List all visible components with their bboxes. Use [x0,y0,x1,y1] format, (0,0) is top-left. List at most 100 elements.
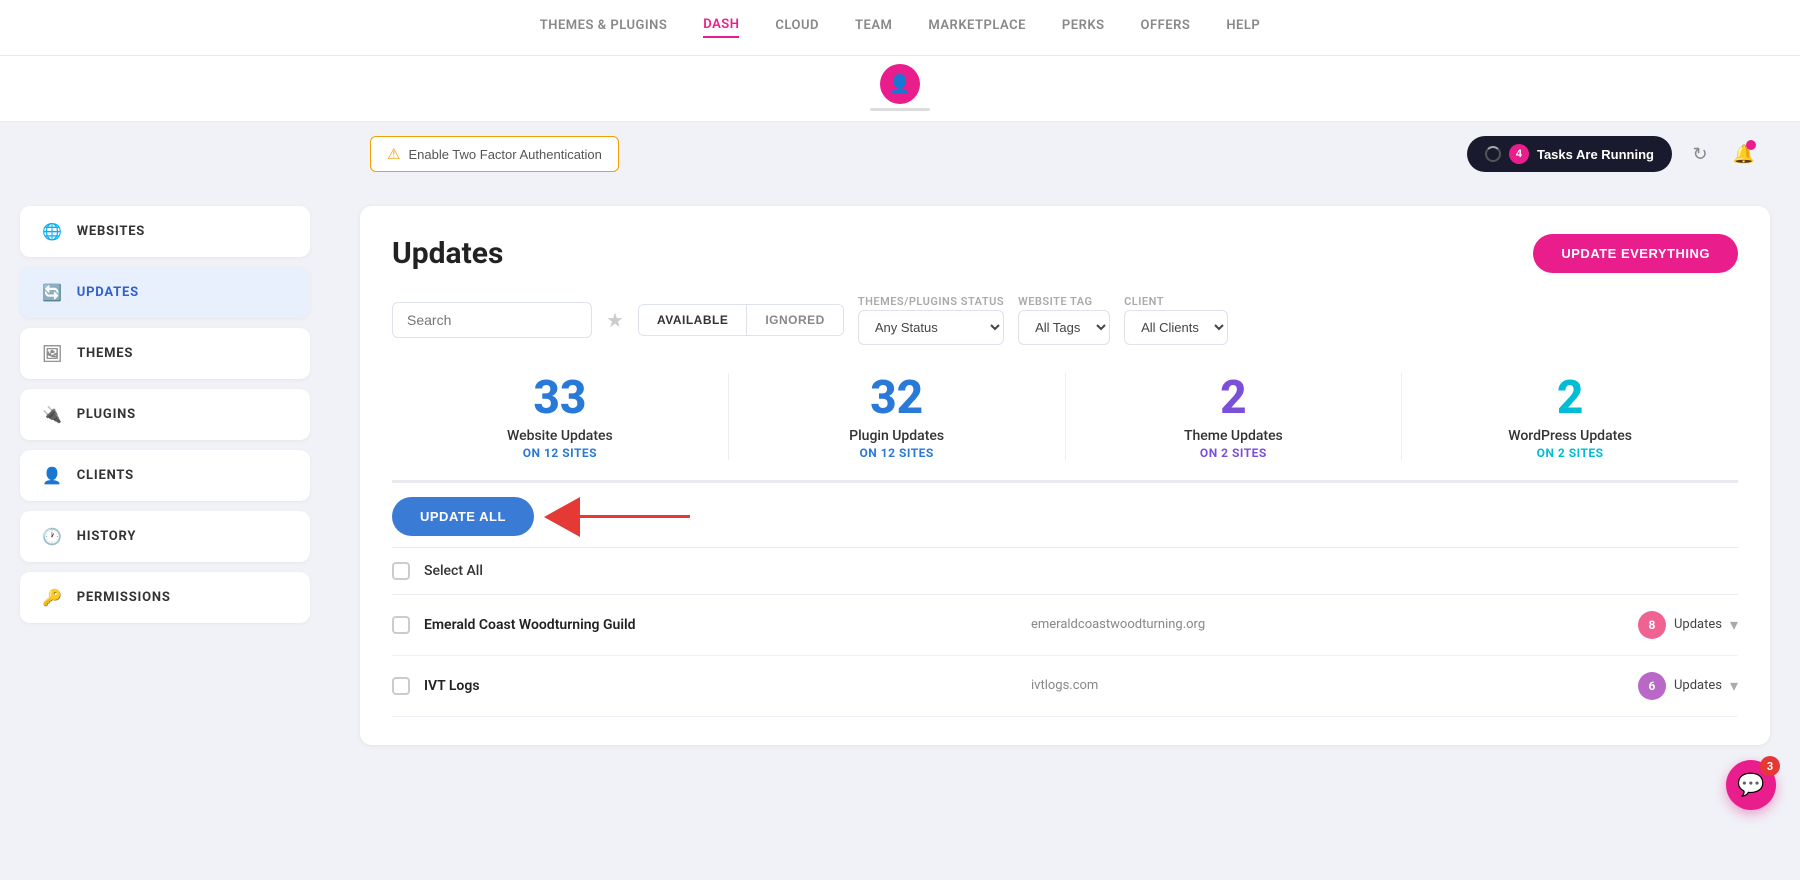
updates-title: Updates [392,236,503,271]
client-filter-group: CLIENT All Clients [1124,295,1228,345]
tasks-count-badge: 4 [1509,144,1529,164]
wordpress-updates-sub: ON 2 SITES [1402,446,1738,460]
wordpress-updates-label: WordPress Updates [1402,428,1738,444]
stat-website-updates: 33 Website Updates ON 12 SITES [392,373,729,460]
avatar[interactable]: 👤 [880,64,920,104]
tasks-running-area: 4 Tasks Are Running ↻ 🔔 [1467,136,1760,172]
globe-icon: 🌐 [42,222,63,241]
main-content: Updates UPDATE EVERYTHING ★ AVAILABLE IG… [330,186,1800,880]
site-url-emerald: emeraldcoastwoodturning.org [1031,617,1624,632]
filter-row: ★ AVAILABLE IGNORED THEMES/PLUGINS STATU… [392,295,1738,345]
auth-warning-button[interactable]: ⚠ Enable Two Factor Authentication [370,136,619,172]
plugins-icon: 🔌 [42,405,63,424]
sidebar-item-websites[interactable]: 🌐 WEBSITES [20,206,310,257]
refresh-button[interactable]: ↻ [1684,138,1716,170]
nav-cloud[interactable]: CLOUD [775,18,819,37]
star-icon[interactable]: ★ [606,308,624,332]
website-updates-number: 33 [392,373,728,424]
arrow-line [570,515,690,518]
header-area: 👤 [0,56,1800,122]
tasks-running-button[interactable]: 4 Tasks Are Running [1467,136,1672,172]
updates-badge-emerald: 8 Updates ▾ [1638,611,1738,639]
updates-label-ivt: Updates [1674,678,1722,693]
action-row: UPDATE ALL [392,483,1738,548]
sidebar-item-clients[interactable]: 👤 CLIENTS [20,450,310,501]
sidebar-item-updates[interactable]: 🔄 UPDATES [20,267,310,318]
nav-team[interactable]: TEAM [855,18,892,37]
plugin-updates-label: Plugin Updates [729,428,1065,444]
nav-dash[interactable]: DASH [703,17,739,38]
tasks-label: Tasks Are Running [1537,147,1654,162]
sidebar-item-plugins-label: PLUGINS [77,407,136,422]
expand-icon-emerald[interactable]: ▾ [1730,615,1738,634]
spinner-icon [1485,146,1501,162]
sidebar-item-themes[interactable]: 🖼 THEMES [20,328,310,379]
select-all-row: Select All [392,548,1738,595]
badge-number-emerald: 8 [1638,611,1666,639]
tag-filter-select[interactable]: All Tags [1018,310,1110,345]
tab-available[interactable]: AVAILABLE [639,305,747,335]
website-updates-sub: ON 12 SITES [392,446,728,460]
tag-filter-label: WEBSITE TAG [1018,295,1110,308]
status-filter-select[interactable]: Any Status [858,310,1004,345]
stat-plugin-updates: 32 Plugin Updates ON 12 SITES [729,373,1066,460]
updates-header: Updates UPDATE EVERYTHING [392,234,1738,273]
chat-bubble[interactable]: 💬 3 [1726,760,1776,810]
plugin-updates-number: 32 [729,373,1065,424]
sidebar-item-themes-label: THEMES [77,346,133,361]
updates-badge-ivt: 6 Updates ▾ [1638,672,1738,700]
nav-themes-plugins[interactable]: THEMES & PLUGINS [540,18,667,37]
table-row: Emerald Coast Woodturning Guild emeraldc… [392,595,1738,656]
banner-tasks-row: ⚠ Enable Two Factor Authentication 4 Tas… [0,122,1800,186]
search-input[interactable] [392,302,592,338]
update-everything-button[interactable]: UPDATE EVERYTHING [1533,234,1738,273]
notification-dot [1746,140,1756,150]
sidebar-item-clients-label: CLIENTS [77,468,134,483]
website-updates-label: Website Updates [392,428,728,444]
wordpress-updates-number: 2 [1402,373,1738,424]
theme-updates-number: 2 [1066,373,1402,424]
main-layout: 🌐 WEBSITES 🔄 UPDATES 🖼 THEMES 🔌 PLUGINS … [0,186,1800,880]
select-all-label: Select All [424,563,483,579]
tag-filter-group: WEBSITE TAG All Tags [1018,295,1110,345]
status-filter-label: THEMES/PLUGINS STATUS [858,295,1004,308]
sidebar-item-history[interactable]: 🕐 HISTORY [20,511,310,562]
tab-ignored[interactable]: IGNORED [747,305,843,335]
sidebar-item-history-label: HISTORY [77,529,137,544]
nav-marketplace[interactable]: MARKETPLACE [928,18,1026,37]
plugin-updates-sub: ON 12 SITES [729,446,1065,460]
chat-icon: 💬 [1737,773,1764,798]
site-checkbox-emerald[interactable] [392,616,410,634]
updates-icon: 🔄 [42,283,63,302]
site-checkbox-ivt[interactable] [392,677,410,695]
site-name-emerald: Emerald Coast Woodturning Guild [424,617,1017,633]
site-name-ivt: IVT Logs [424,678,1017,694]
sidebar: 🌐 WEBSITES 🔄 UPDATES 🖼 THEMES 🔌 PLUGINS … [0,186,330,880]
nav-perks[interactable]: PERKS [1062,18,1105,37]
auth-warning-text: Enable Two Factor Authentication [408,147,601,162]
stats-row: 33 Website Updates ON 12 SITES 32 Plugin… [392,373,1738,483]
clients-icon: 👤 [42,466,63,485]
update-all-button[interactable]: UPDATE ALL [392,497,534,536]
arrow-annotation [544,497,690,537]
stat-wordpress-updates: 2 WordPress Updates ON 2 SITES [1402,373,1738,460]
top-navigation: THEMES & PLUGINS DASH CLOUD TEAM MARKETP… [0,0,1800,56]
sidebar-item-plugins[interactable]: 🔌 PLUGINS [20,389,310,440]
nav-help[interactable]: HELP [1226,18,1260,37]
nav-offers[interactable]: OFFERS [1141,18,1191,37]
available-ignored-tabs: AVAILABLE IGNORED [638,304,844,336]
updates-card: Updates UPDATE EVERYTHING ★ AVAILABLE IG… [360,206,1770,745]
permissions-icon: 🔑 [42,588,63,607]
client-filter-label: CLIENT [1124,295,1228,308]
themes-icon: 🖼 [42,344,63,363]
stat-theme-updates: 2 Theme Updates ON 2 SITES [1066,373,1403,460]
avatar-line [870,108,930,111]
expand-icon-ivt[interactable]: ▾ [1730,676,1738,695]
notifications-button[interactable]: 🔔 [1728,138,1760,170]
select-all-checkbox[interactable] [392,562,410,580]
sidebar-item-permissions-label: PERMISSIONS [77,590,171,605]
person-icon: 👤 [889,74,911,95]
client-filter-select[interactable]: All Clients [1124,310,1228,345]
sidebar-item-permissions[interactable]: 🔑 PERMISSIONS [20,572,310,623]
theme-updates-sub: ON 2 SITES [1066,446,1402,460]
